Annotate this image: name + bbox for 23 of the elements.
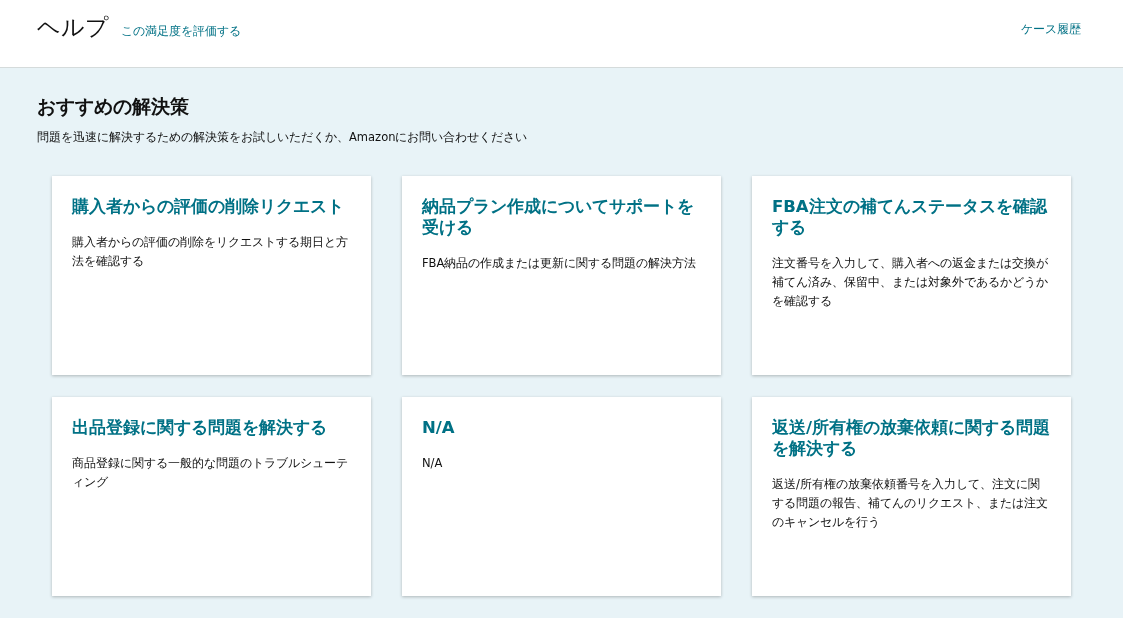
card-description: FBA納品の作成または更新に関する問題の解決方法 [422,255,698,272]
card-title: 購入者からの評価の削除リクエスト [72,196,345,217]
solution-card[interactable]: FBA注文の補てんステータスを確認する 注文番号を入力して、購入者への返金または交換が補てん済み、保留中、または対象外であるかどうかを確認する [752,176,1071,375]
page-title: ヘルプ [37,13,109,42]
section-title: おすすめの解決策 [37,94,190,119]
section-subtitle: 問題を迅速に解決するための解決策をお試しいただくか、Amazonにお問い合わせください [37,130,529,145]
card-title: 納品プラン作成についてサポートを受ける [422,196,695,238]
solution-card[interactable]: 返送/所有権の放棄依頼に関する問題を解決する 返送/所有権の放棄依頼番号を入力して、注文に関する問題の報告、補てんのリクエスト、または注文のキャンセルを行う [752,397,1071,596]
card-title: N/A [422,417,456,438]
case-history-link[interactable]: ケース履歴 [1021,21,1081,38]
card-description: N/A [422,455,444,472]
card-title: 返送/所有権の放棄依頼に関する問題を解決する [772,417,1051,459]
card-title: FBA注文の補てんステータスを確認する [772,196,1049,238]
card-description: 商品登録に関する一般的な問題のトラブルシューティング [72,455,349,491]
solution-card[interactable]: 納品プラン作成についてサポートを受ける FBA納品の作成または更新に関する問題の解決方法 [402,176,721,375]
card-description: 注文番号を入力して、購入者への返金または交換が補てん済み、保留中、または対象外であるかどうかを確認する [772,255,1049,310]
solution-card[interactable]: N/A N/A [402,397,721,596]
card-title: 出品登録に関する問題を解決する [72,417,328,438]
solution-card[interactable]: 出品登録に関する問題を解決する 商品登録に関する一般的な問題のトラブルシューティング [52,397,371,596]
card-description: 購入者からの評価の削除をリクエストする期日と方法を確認する [72,234,349,270]
card-description: 返送/所有権の放棄依頼番号を入力して、注文に関する問題の報告、補てんのリクエスト、または注文のキャンセルを行う [772,476,1049,531]
solution-card[interactable]: 購入者からの評価の削除リクエスト 購入者からの評価の削除をリクエストする期日と方法を確認する [52,176,371,375]
rating-link[interactable]: この満足度を評価する [121,23,241,40]
